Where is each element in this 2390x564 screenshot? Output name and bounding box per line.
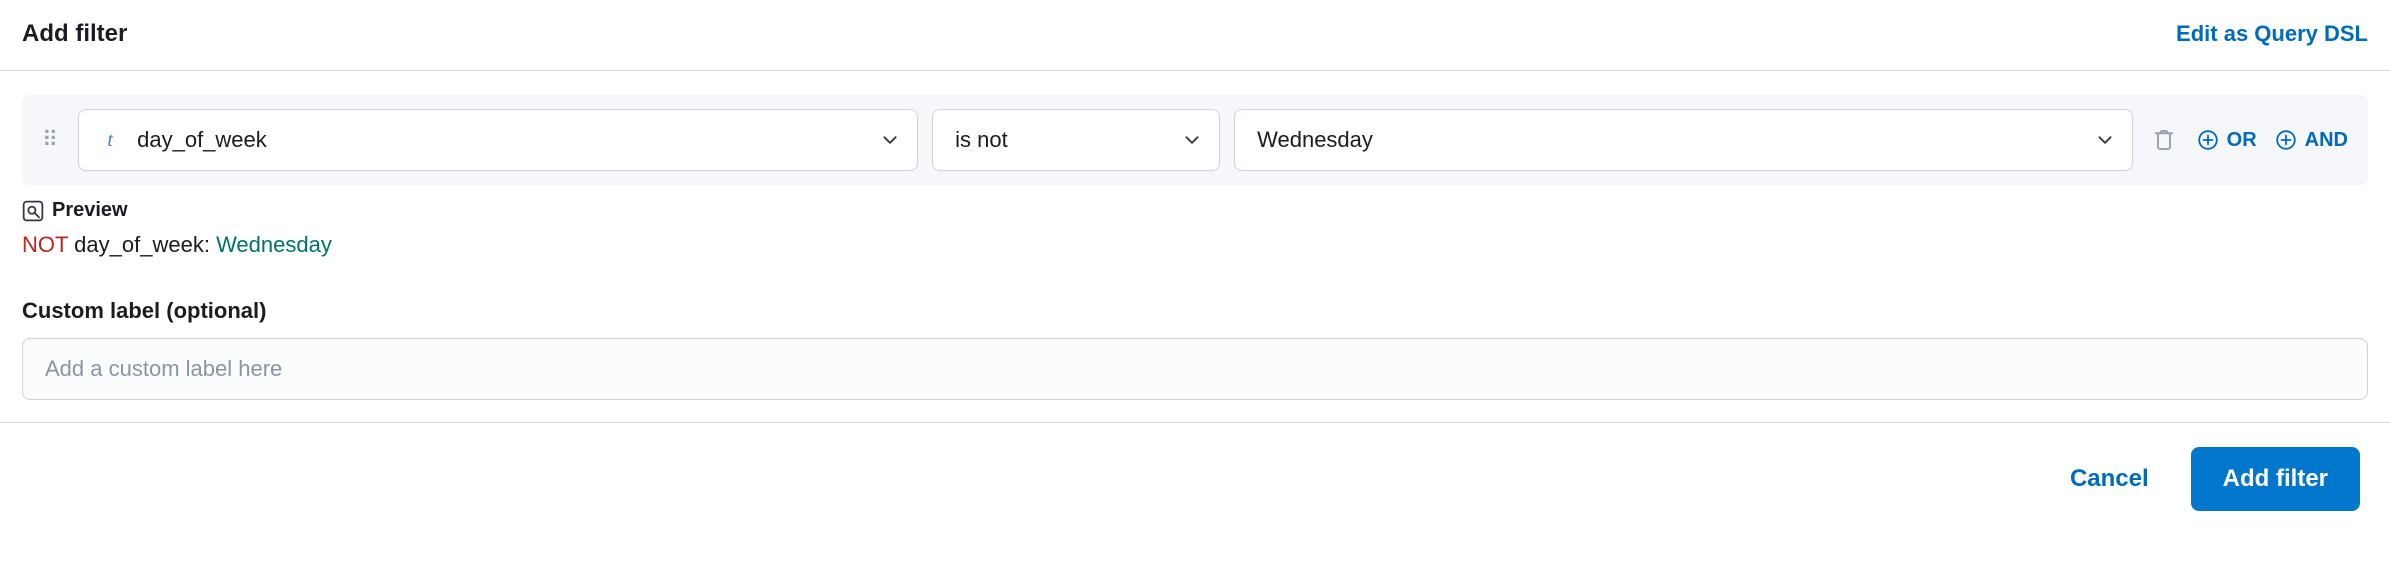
chevron-down-icon [2096, 131, 2114, 149]
drag-handle-icon[interactable]: ⠿ [36, 129, 64, 151]
add-and-condition-button[interactable]: AND [2273, 125, 2350, 156]
field-select[interactable]: t day_of_week [78, 109, 918, 171]
custom-label-heading: Custom label (optional) [22, 298, 2368, 324]
and-label: AND [2305, 129, 2348, 152]
field-select-value: day_of_week [137, 127, 267, 153]
delete-condition-button[interactable] [2147, 123, 2181, 157]
custom-label-input[interactable] [22, 338, 2368, 400]
edit-as-query-dsl-link[interactable]: Edit as Query DSL [2176, 21, 2368, 47]
operator-select[interactable]: is not [932, 109, 1220, 171]
plus-circle-icon [2275, 129, 2297, 151]
value-select-value: Wednesday [1257, 127, 1373, 153]
value-select[interactable]: Wednesday [1234, 109, 2133, 171]
preview-label: Preview [52, 199, 128, 222]
chevron-down-icon [1183, 131, 1201, 149]
dialog-footer: Cancel Add filter [0, 423, 2390, 535]
preview-token-value: Wednesday [216, 232, 332, 257]
operator-select-value: is not [955, 127, 1008, 153]
filter-condition-row: ⠿ t day_of_week is not Wednesday [22, 95, 2368, 185]
preview-token-field: day_of_week: [74, 232, 210, 257]
dialog-title: Add filter [22, 20, 127, 48]
preview-icon [22, 200, 44, 222]
or-label: OR [2227, 129, 2257, 152]
field-type-icon: t [97, 129, 123, 152]
dialog-body: ⠿ t day_of_week is not Wednesday [0, 71, 2390, 422]
plus-circle-icon [2197, 129, 2219, 151]
preview-token-not: NOT [22, 232, 68, 257]
cancel-button[interactable]: Cancel [2056, 455, 2163, 503]
chevron-down-icon [881, 131, 899, 149]
dialog-header: Add filter Edit as Query DSL [0, 0, 2390, 70]
preview-query: NOT day_of_week: Wednesday [22, 232, 2368, 258]
preview-heading: Preview [22, 199, 2368, 222]
add-or-condition-button[interactable]: OR [2195, 125, 2259, 156]
add-filter-button[interactable]: Add filter [2191, 447, 2360, 511]
trash-icon [2152, 128, 2176, 152]
